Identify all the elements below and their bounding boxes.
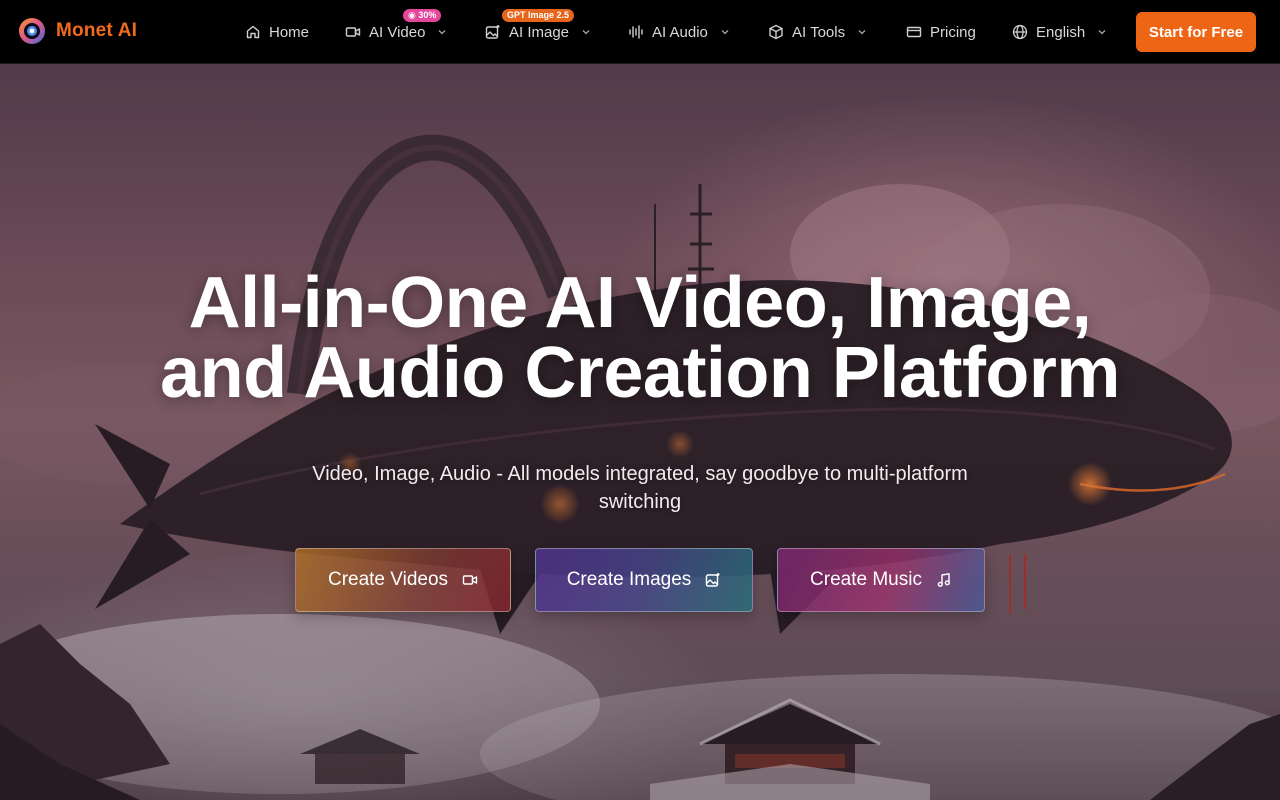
nav-ai-image-label: AI Image bbox=[509, 23, 570, 41]
hero-section: All-in-One AI Video, Image, and Audio Cr… bbox=[0, 64, 1280, 800]
chevron-down-icon bbox=[721, 30, 729, 35]
nav-home-label: Home bbox=[269, 23, 310, 41]
nav-ai-audio[interactable]: AI Audio bbox=[628, 20, 730, 44]
monet-logo-icon bbox=[18, 17, 46, 45]
nav-pricing-label: Pricing bbox=[930, 23, 976, 41]
create-videos-label: Create Videos bbox=[327, 569, 449, 590]
nav-ai-video[interactable]: AI Video bbox=[345, 20, 447, 44]
chevron-down-icon bbox=[438, 30, 446, 35]
chevron-down-icon bbox=[858, 30, 866, 35]
chevron-down-icon bbox=[1098, 30, 1106, 35]
nav-ai-tools-label: AI Tools bbox=[792, 23, 846, 41]
brand[interactable]: Monet AI bbox=[18, 17, 137, 45]
nav-ai-image[interactable]: AI Image bbox=[485, 20, 591, 44]
video-camera-icon bbox=[345, 27, 361, 37]
hero-headline: All-in-One AI Video, Image, and Audio Cr… bbox=[0, 267, 1280, 409]
chevron-down-icon bbox=[582, 30, 590, 35]
discount-badge-label: 30% bbox=[418, 10, 437, 20]
music-note-icon bbox=[937, 573, 950, 587]
hero-subtitle: Video, Image, Audio - All models integra… bbox=[312, 463, 968, 513]
language-label: English bbox=[1036, 23, 1086, 41]
create-music-button[interactable]: Create Music bbox=[777, 548, 985, 612]
brand-name: Monet AI bbox=[56, 20, 138, 41]
nav-ai-tools[interactable]: AI Tools bbox=[768, 20, 867, 44]
globe-icon bbox=[1012, 24, 1028, 40]
nav-ai-audio-label: AI Audio bbox=[652, 23, 708, 41]
top-navbar: Monet AI Home AI Video ◉ 30% AI Image GP… bbox=[0, 0, 1280, 64]
audio-wave-icon bbox=[629, 25, 643, 39]
nav-ai-video-label: AI Video bbox=[369, 23, 426, 41]
tag-icon: ◉ bbox=[408, 10, 416, 20]
hero-headline-line1: All-in-One AI Video, Image, bbox=[188, 263, 1092, 343]
cube-icon bbox=[769, 24, 783, 40]
model-badge: GPT Image 2.5 bbox=[502, 9, 575, 22]
nav-pricing[interactable]: Pricing bbox=[906, 20, 976, 44]
nav-home[interactable]: Home bbox=[245, 20, 309, 44]
start-for-free-button[interactable]: Start for Free bbox=[1136, 12, 1256, 52]
image-sparkle-icon bbox=[485, 25, 500, 39]
home-icon bbox=[246, 25, 260, 39]
create-images-button[interactable]: Create Images bbox=[535, 548, 753, 612]
create-videos-button[interactable]: Create Videos bbox=[295, 548, 511, 612]
language-selector[interactable]: English bbox=[1012, 20, 1107, 44]
hero-overlay bbox=[0, 64, 1280, 800]
discount-badge: ◉ 30% bbox=[403, 9, 442, 22]
hero-headline-line2: and Audio Creation Platform bbox=[160, 333, 1120, 413]
video-camera-icon bbox=[462, 575, 478, 585]
image-sparkle-icon bbox=[706, 573, 720, 587]
create-images-label: Create Images bbox=[566, 569, 692, 590]
create-music-label: Create Music bbox=[810, 569, 922, 590]
card-icon bbox=[906, 26, 922, 38]
